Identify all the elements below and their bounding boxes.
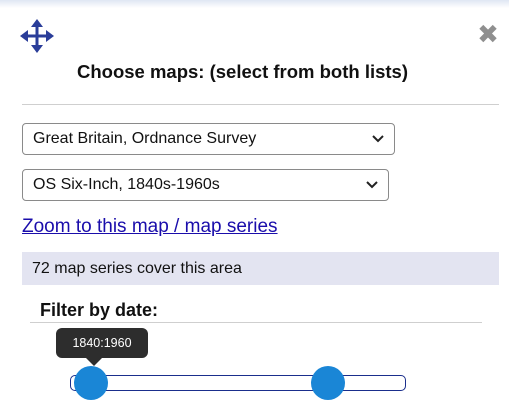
tooltip-arrow (86, 358, 102, 366)
coverage-text: 72 map series cover this area (32, 260, 242, 277)
date-range-selection (90, 376, 328, 390)
chevron-down-icon (366, 181, 378, 189)
date-slider-max-handle[interactable] (311, 366, 345, 400)
chevron-down-icon (372, 135, 384, 143)
map-background-strip (0, 0, 509, 8)
title-divider (22, 104, 499, 105)
map-series-select-value: OS Six-Inch, 1840s-1960s (33, 176, 220, 193)
panel-title: Choose maps: (select from both lists) (77, 61, 408, 82)
filter-divider (30, 322, 482, 323)
move-arrows-icon[interactable] (19, 18, 55, 54)
date-slider-min-handle[interactable] (74, 366, 108, 400)
map-group-select-value: Great Britain, Ordnance Survey (33, 130, 257, 147)
coverage-info: 72 map series cover this area (22, 252, 499, 285)
date-range-tooltip: 1840:1960 (56, 328, 148, 358)
zoom-to-map-link[interactable]: Zoom to this map / map series (22, 216, 278, 238)
map-series-select[interactable]: OS Six-Inch, 1840s-1960s (22, 169, 389, 201)
close-icon[interactable]: ✖ (476, 21, 500, 47)
map-group-select[interactable]: Great Britain, Ordnance Survey (22, 123, 395, 155)
filter-by-date-label: Filter by date: (40, 300, 159, 320)
